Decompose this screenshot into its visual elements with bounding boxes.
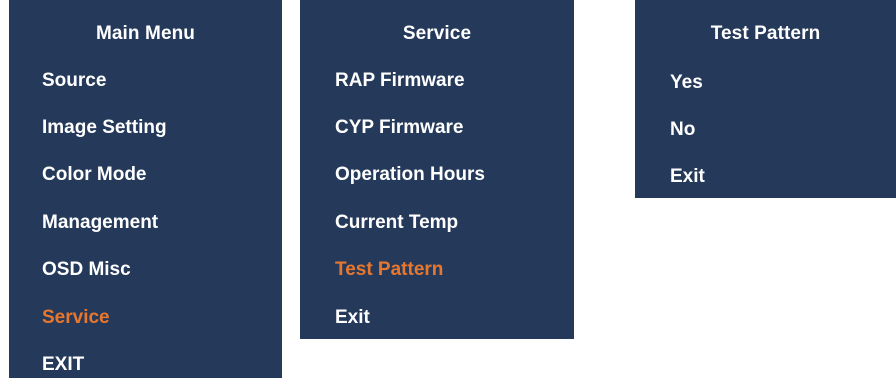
- main-menu-panel: Main Menu Source Image Setting Color Mod…: [9, 0, 282, 378]
- service-item-current-temp[interactable]: Current Temp: [335, 212, 458, 234]
- menu-item-exit[interactable]: EXIT: [42, 354, 84, 376]
- menu-item-image-setting[interactable]: Image Setting: [42, 117, 167, 139]
- service-item-operation-hours[interactable]: Operation Hours: [335, 164, 485, 186]
- service-menu-panel: Service RAP Firmware CYP Firmware Operat…: [300, 0, 574, 339]
- test-pattern-item-exit[interactable]: Exit: [670, 166, 705, 188]
- test-pattern-menu-title: Test Pattern: [710, 23, 821, 44]
- menu-item-service[interactable]: Service: [42, 307, 110, 329]
- service-item-test-pattern[interactable]: Test Pattern: [335, 259, 443, 281]
- test-pattern-item-no[interactable]: No: [670, 119, 695, 141]
- main-menu-title: Main Menu: [95, 23, 196, 44]
- menu-item-color-mode[interactable]: Color Mode: [42, 164, 147, 186]
- service-item-rap-firmware[interactable]: RAP Firmware: [335, 70, 465, 92]
- service-item-exit[interactable]: Exit: [335, 307, 370, 329]
- service-menu-title: Service: [402, 23, 472, 44]
- menu-item-source[interactable]: Source: [42, 70, 106, 92]
- service-item-cyp-firmware[interactable]: CYP Firmware: [335, 117, 463, 139]
- menu-item-management[interactable]: Management: [42, 212, 158, 234]
- menu-item-osd-misc[interactable]: OSD Misc: [42, 259, 131, 281]
- test-pattern-item-yes[interactable]: Yes: [670, 72, 703, 94]
- test-pattern-menu-panel: Test Pattern Yes No Exit: [635, 0, 896, 198]
